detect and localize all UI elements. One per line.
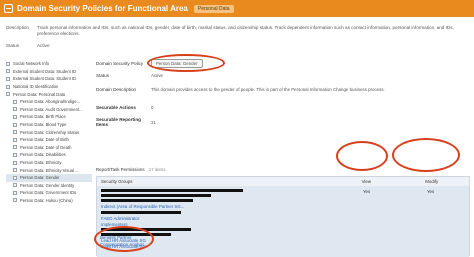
annotation-circle (392, 138, 460, 172)
folder-icon (13, 137, 17, 142)
policy-status-label: Status (96, 73, 110, 78)
functional-area-badge[interactable]: Personal Data (193, 4, 234, 13)
folder-icon (6, 76, 10, 81)
tree-item[interactable]: Person Data: Citizenship Status (6, 128, 92, 136)
report-task-label: Report/Task Permissions (96, 167, 145, 172)
security-group-link[interactable]: Indirect (Area of Responsible Partner SG… (101, 204, 184, 209)
redacted-text (101, 211, 181, 214)
annotation-circle (336, 141, 388, 171)
redacted-text (101, 189, 243, 192)
folder-icon (13, 160, 17, 165)
tree-item[interactable]: National ID Identification (6, 83, 92, 91)
securable-actions-label: Securable Actions (96, 105, 136, 110)
securable-reporting-value[interactable]: 31 (151, 120, 156, 125)
tree-item[interactable]: External Student Data: Student ID (6, 75, 92, 83)
tree-item[interactable]: Social Network Info (6, 60, 92, 68)
tree-item[interactable]: Person Data: Aboriginal/Indige... (6, 98, 92, 106)
annotation-circle (94, 226, 154, 252)
folder-icon (6, 69, 10, 74)
tree-item[interactable]: Person Data: Date of Death (6, 144, 92, 152)
policy-status-field: Status Active (96, 73, 163, 78)
modify-value: Yes (427, 189, 435, 194)
grid-body: Yes Yes Indirect (Area of Responsible Pa… (97, 186, 469, 257)
status-value: Active (37, 43, 50, 48)
tree-item[interactable]: Person Data: Ethnicity (6, 159, 92, 167)
tree-item[interactable]: Person Data: Personal Data (6, 90, 92, 98)
redacted-text (101, 199, 193, 202)
col-security-groups[interactable]: Security Groups (97, 179, 362, 184)
page-title: Domain Security Policies for Functional … (17, 4, 188, 13)
page-header: Domain Security Policies for Functional … (0, 0, 474, 17)
view-value: Yes (363, 189, 371, 194)
tree-item[interactable]: Person Data: Date of Birth (6, 136, 92, 144)
folder-icon (13, 198, 17, 203)
functional-area-info: Description Track personal information a… (6, 25, 467, 55)
description-value: Track personal information and IDs, such… (37, 25, 454, 36)
domain-tree: Social Network Info External Student Dat… (6, 60, 92, 249)
securable-actions-field: Securable Actions 0 (96, 105, 153, 110)
col-view[interactable]: View (362, 179, 426, 184)
domain-description-field: Domain Description This domain provides … (96, 87, 385, 92)
permissions-grid: Security Groups View Modify Yes Yes Indi… (96, 176, 470, 257)
folder-icon (13, 152, 17, 157)
folder-icon (13, 107, 17, 112)
security-group-link[interactable]: FAED Administrator (101, 216, 139, 221)
folder-icon (13, 168, 17, 173)
folder-icon (13, 99, 17, 104)
tree-item[interactable]: Person Data: Audit Government... (6, 106, 92, 114)
securable-reporting-field: Securable Reporting Items 31 (96, 117, 156, 127)
securable-reporting-label: Securable Reporting Items (96, 117, 141, 127)
folder-icon (6, 61, 10, 66)
folder-icon (13, 145, 17, 150)
tree-item[interactable]: Person Data: Hukou (China) (6, 197, 92, 205)
folder-icon (13, 122, 17, 127)
folder-icon (13, 130, 17, 135)
tree-item[interactable]: External Student Data: Student ID (6, 68, 92, 76)
folder-icon (13, 114, 17, 119)
domain-description-value: This domain provides access to the gende… (151, 87, 385, 92)
col-modify[interactable]: Modify (425, 179, 469, 184)
redacted-text (101, 194, 211, 197)
report-task-count: 17 items (148, 167, 166, 172)
domain-description-label: Domain Description (96, 87, 137, 92)
tree-item[interactable]: Person Data: Birth Place (6, 113, 92, 121)
tree-item[interactable]: Person Data: Disabilities (6, 151, 92, 159)
tree-item[interactable]: Person Data: Blood Type (6, 121, 92, 129)
tree-item[interactable]: Person Data: Gender Identity (6, 182, 92, 190)
domain-policy-label: Domain Security Policy (96, 61, 144, 66)
description-label: Description (6, 25, 29, 30)
tree-item-selected[interactable]: Person Data: Gender (6, 173, 92, 182)
annotation-circle (147, 54, 225, 72)
folder-icon (13, 190, 17, 195)
folder-icon (13, 183, 17, 188)
report-icon (4, 4, 13, 13)
folder-icon (13, 175, 17, 180)
folder-icon (6, 92, 10, 97)
policy-status-value: Active (151, 73, 163, 78)
tree-item[interactable]: Person Data: Government IDs (6, 189, 92, 197)
status-label: Status (6, 43, 20, 48)
folder-icon (6, 84, 10, 89)
report-task-heading: Report/Task Permissions 17 items (96, 167, 165, 172)
securable-actions-value[interactable]: 0 (151, 105, 153, 110)
tree-item[interactable]: Person Data: Ethnicity Visual ... (6, 166, 92, 174)
